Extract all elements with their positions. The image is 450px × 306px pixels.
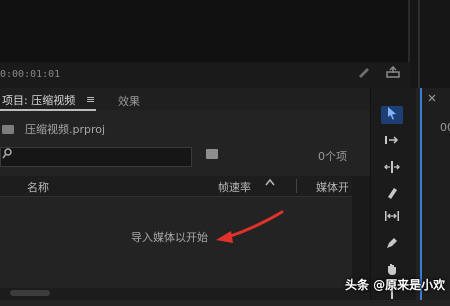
column-header-name[interactable]: 名称 (27, 179, 49, 195)
close-icon[interactable] (428, 94, 436, 105)
column-header-row (0, 176, 352, 197)
scrollbar-thumb[interactable] (10, 290, 50, 296)
tab-effects[interactable]: 效果 (118, 93, 140, 109)
column-header-frame-rate[interactable]: 帧速率 (218, 179, 251, 195)
column-header-media[interactable]: 媒体开 (316, 179, 349, 195)
active-tab-indicator (0, 109, 96, 111)
column-divider[interactable] (296, 179, 297, 193)
export-frame-icon[interactable] (386, 65, 402, 80)
empty-state-message: 导入媒体以开始 (131, 231, 208, 244)
right-top-panel (410, 0, 450, 88)
item-count: 0个项 (318, 150, 347, 163)
search-input[interactable] (0, 147, 192, 167)
timecode-display[interactable]: 0:00:01:01 (0, 69, 60, 80)
folder-icon[interactable] (206, 149, 218, 159)
project-file-name: 压缩视频.prproj (25, 123, 106, 136)
settings-wrench-icon[interactable] (357, 66, 373, 80)
panel-divider (418, 0, 420, 88)
project-file-icon (2, 125, 14, 134)
pen-tool-icon[interactable] (381, 236, 403, 254)
track-select-tool-icon[interactable] (381, 134, 403, 152)
search-icon[interactable] (2, 147, 12, 162)
right-panel-timecode: 00 (440, 121, 450, 134)
horizontal-scrollbar[interactable] (0, 288, 370, 300)
monitor-viewer[interactable] (0, 0, 410, 62)
tab-project[interactable]: 项目: 压缩视频 (2, 92, 75, 108)
panel-menu-icon[interactable]: ≡ (86, 93, 95, 106)
source-panel (420, 88, 450, 300)
selection-tool-icon[interactable] (381, 106, 403, 124)
slip-tool-icon[interactable] (381, 210, 403, 228)
razor-tool-icon[interactable] (381, 186, 403, 204)
watermark: 头条 @原来是小欢 (345, 278, 446, 292)
vertical-scrollbar[interactable] (352, 176, 370, 288)
sort-ascending-icon[interactable] (264, 177, 276, 190)
ripple-edit-tool-icon[interactable] (381, 160, 403, 178)
